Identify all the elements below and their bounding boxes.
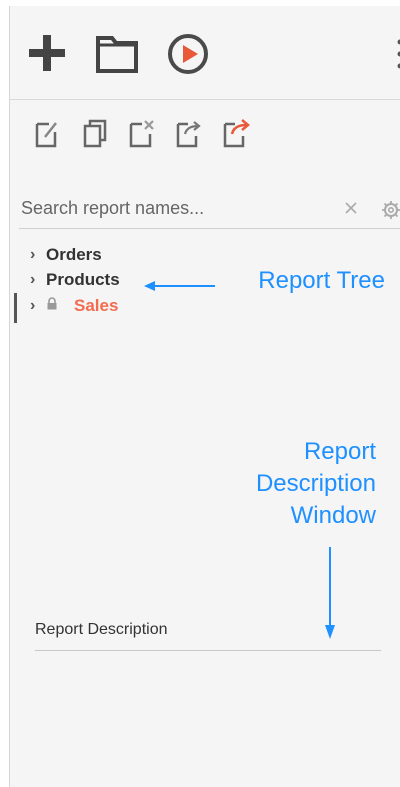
report-tree-annotation: Report Tree (258, 267, 385, 294)
report-description-label: Report Description (35, 621, 168, 638)
primary-toolbar (10, 6, 400, 100)
report-tree-arrow (143, 279, 217, 297)
tree-item-label: Products (46, 270, 120, 289)
annotation-line: Report (303, 438, 376, 465)
plus-icon[interactable] (27, 33, 67, 73)
tree-item-sales[interactable]: › Sales (30, 295, 118, 317)
copy-report-icon[interactable] (83, 118, 109, 153)
gear-icon[interactable] (380, 200, 400, 220)
folder-icon[interactable] (96, 35, 138, 73)
report-sidebar: › Orders › Products › Sales Report Tree … (9, 6, 400, 787)
chevron-right-icon[interactable]: › (30, 297, 46, 315)
annotation-line: Description (255, 470, 376, 497)
delete-report-icon[interactable] (129, 118, 157, 153)
chevron-right-icon[interactable]: › (30, 271, 46, 289)
export-report-icon[interactable] (176, 118, 204, 153)
report-description-divider (35, 650, 381, 651)
tree-item-label: Sales (74, 296, 119, 315)
search-underline (19, 228, 400, 229)
tree-item-products[interactable]: › Products (30, 269, 120, 291)
clear-search-icon[interactable] (343, 200, 359, 216)
search-input[interactable] (21, 196, 321, 220)
annotation-line: Window (290, 502, 376, 529)
report-actions-toolbar (10, 114, 400, 154)
edit-report-icon[interactable] (35, 118, 61, 153)
share-report-icon[interactable] (223, 116, 253, 153)
lock-icon (46, 297, 66, 315)
selection-indicator (14, 293, 17, 323)
report-description-annotation: Report Description Window (210, 436, 376, 532)
tree-item-orders[interactable]: › Orders (30, 244, 102, 266)
play-circle-icon[interactable] (167, 33, 209, 75)
chevron-right-icon[interactable]: › (30, 246, 46, 264)
tree-item-label: Orders (46, 245, 102, 264)
more-menu-icon[interactable] (395, 36, 400, 72)
report-description-arrow (323, 547, 337, 646)
